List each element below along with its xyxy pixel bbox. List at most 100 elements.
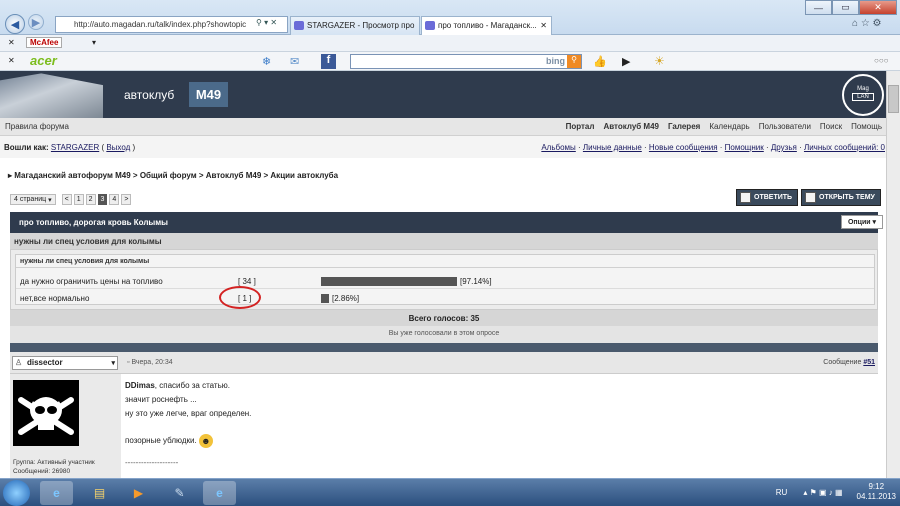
smiley-icon: ☻ bbox=[198, 434, 213, 448]
like-icon[interactable]: 👍 bbox=[593, 55, 607, 68]
address-bar[interactable]: http://auto.magadan.ru/talk/index.php?sh… bbox=[55, 16, 288, 33]
options-button[interactable]: Опции ▾ bbox=[841, 215, 883, 229]
author-dropdown[interactable]: ♙ dissector ▾ bbox=[12, 356, 118, 370]
username-link[interactable]: STARGAZER bbox=[51, 143, 99, 152]
menu-help[interactable]: Помощь bbox=[851, 122, 882, 131]
post-date-text: Вчера, 20:34 bbox=[131, 359, 173, 366]
close-toolbar-icon[interactable]: ✕ bbox=[8, 56, 15, 65]
site-banner: автоклуб M49 Mag LAN bbox=[0, 71, 886, 118]
logout-link[interactable]: Выход bbox=[106, 143, 130, 152]
brand-text: автоклуб bbox=[124, 88, 175, 102]
options-label: Опции bbox=[847, 218, 871, 226]
menu-gallery[interactable]: Галерея bbox=[668, 122, 700, 131]
home-fav-settings-icon[interactable]: ⌂ ☆ ⚙ bbox=[852, 18, 882, 29]
clock[interactable]: 9:12 04.11.2013 bbox=[857, 482, 896, 502]
maglan-logo[interactable]: Mag LAN bbox=[842, 74, 884, 116]
poll-option: нет,все нормально [ 1 ] [2.86%] bbox=[16, 289, 874, 306]
crumb-forum[interactable]: Магаданский автофорум M49 bbox=[14, 171, 130, 180]
bing-search-input[interactable]: bing ⚲ bbox=[350, 54, 582, 69]
language-indicator[interactable]: RU bbox=[776, 488, 788, 497]
scrollbar-thumb[interactable] bbox=[888, 85, 899, 113]
author-group: Группа: Активный участник bbox=[13, 459, 95, 466]
poll-option-label: да нужно ограничить цены на топливо bbox=[20, 277, 163, 286]
minimize-button[interactable]: — bbox=[805, 0, 832, 15]
forum-rules-link[interactable]: Правила форума bbox=[5, 122, 69, 131]
menu-users[interactable]: Пользователи bbox=[759, 122, 811, 131]
page-count-dropdown[interactable]: 4 страниц ▾ bbox=[10, 194, 56, 205]
breadcrumb: ▸ Магаданский автофорум M49 > Общий фору… bbox=[8, 171, 339, 180]
more-icon[interactable]: ○○○ bbox=[874, 56, 889, 65]
avatar[interactable] bbox=[13, 380, 79, 446]
page-2[interactable]: 2 bbox=[85, 194, 96, 205]
tab-topic[interactable]: про топливо - Магаданск... ✕ bbox=[421, 16, 552, 35]
poll-subquestion: нужны ли спец условия для колымы bbox=[16, 255, 874, 268]
close-window-button[interactable]: ✕ bbox=[859, 0, 897, 15]
clock-date: 04.11.2013 bbox=[856, 492, 896, 501]
ie-window-icon[interactable]: e bbox=[203, 481, 236, 505]
app-icon[interactable]: ✎ bbox=[163, 481, 196, 505]
menu-calendar[interactable]: Календарь bbox=[709, 122, 749, 131]
close-tab-icon[interactable]: ✕ bbox=[540, 17, 547, 34]
crumb-general[interactable]: Общий форум bbox=[140, 171, 197, 180]
mcafee-button[interactable]: McAfee bbox=[26, 37, 63, 48]
user-links: Альбомы · Личные данные · Новые сообщени… bbox=[541, 143, 885, 152]
poll-option-votes: [ 34 ] bbox=[238, 277, 256, 286]
new-topic-button[interactable]: ОТКРЫТЬ ТЕМУ bbox=[801, 189, 881, 206]
page-1[interactable]: 1 bbox=[73, 194, 84, 205]
explorer-icon[interactable]: ▤ bbox=[83, 481, 116, 505]
weather-icon[interactable]: ☀ bbox=[654, 54, 665, 68]
chevron-down-icon[interactable]: ▾ bbox=[92, 38, 96, 47]
back-icon[interactable]: ◀ bbox=[5, 14, 25, 34]
poll-option-bar bbox=[321, 294, 329, 303]
new-messages-link[interactable]: Новые сообщения bbox=[649, 143, 718, 152]
post-line: DDimas, спасибо за статью. bbox=[125, 379, 878, 393]
albums-link[interactable]: Альбомы bbox=[541, 143, 575, 152]
post-line: ну это уже легче, враг определен. bbox=[125, 409, 252, 418]
topic-title: про топливо, дорогая кровь Колымы bbox=[19, 218, 168, 227]
facebook-icon[interactable]: f bbox=[321, 54, 336, 69]
poll-results: нужны ли спец условия для колымы да нужн… bbox=[15, 254, 875, 305]
tab-stargazer[interactable]: STARGAZER - Просмотр про bbox=[290, 16, 420, 35]
user-bar: Вошли как: STARGAZER ( Выход ) Альбомы ·… bbox=[0, 136, 886, 158]
address-actions-icon[interactable]: ⚲ ▾ ✕ bbox=[256, 18, 277, 27]
next-page[interactable]: > bbox=[121, 194, 132, 205]
menu-search[interactable]: Поиск bbox=[820, 122, 842, 131]
menu-portal[interactable]: Портал bbox=[566, 122, 595, 131]
logo-bottom-text: LAN bbox=[852, 93, 874, 101]
crumb-autoclub[interactable]: Автоклуб M49 bbox=[206, 171, 262, 180]
menu-autoclub[interactable]: Автоклуб M49 bbox=[603, 122, 659, 131]
reply-icon bbox=[740, 192, 751, 203]
video-icon[interactable]: ▶ bbox=[622, 55, 630, 68]
tray-icons[interactable]: ▴ ⚑ ▣ ♪ ▦ bbox=[803, 488, 842, 497]
prev-page[interactable]: < bbox=[61, 194, 72, 205]
reply-button[interactable]: ОТВЕТИТЬ bbox=[736, 189, 799, 206]
forward-icon[interactable]: ▶ bbox=[28, 14, 44, 30]
clock-time: 9:12 bbox=[868, 482, 885, 491]
page-4[interactable]: 4 bbox=[109, 194, 120, 205]
tab-label: про топливо - Магаданск... bbox=[438, 21, 537, 30]
poll-question: нужны ли спец условия для колымы bbox=[10, 233, 878, 249]
forum-nav: Правила форума Портал Автоклуб M49 Галер… bbox=[0, 118, 886, 136]
search-icon[interactable]: ⚲ bbox=[567, 55, 581, 68]
logged-in-info: Вошли как: STARGAZER ( Выход ) bbox=[4, 143, 136, 152]
mail-icon[interactable]: ✉ bbox=[290, 55, 299, 68]
snowflake-icon[interactable]: ❄ bbox=[262, 55, 271, 68]
private-messages-link[interactable]: Личных сообщений: 0 bbox=[804, 143, 885, 152]
start-button[interactable] bbox=[3, 480, 30, 506]
logo-top-text: Mag bbox=[857, 86, 869, 92]
assistant-link[interactable]: Помощник bbox=[725, 143, 764, 152]
topic-header: про топливо, дорогая кровь Колымы Опции … bbox=[10, 212, 883, 233]
ie-taskbar-icon[interactable]: e bbox=[40, 481, 73, 505]
maximize-button[interactable]: ▭ bbox=[832, 0, 859, 15]
user-icon: ♙ bbox=[15, 358, 23, 367]
media-player-icon[interactable]: ▶ bbox=[122, 481, 155, 505]
poll-option-percent: [2.86%] bbox=[332, 294, 360, 303]
close-toolbar-icon[interactable]: ✕ bbox=[8, 38, 15, 47]
page-scrollbar[interactable] bbox=[886, 71, 900, 478]
post-number-link[interactable]: #51 bbox=[863, 359, 875, 366]
crumb-actions[interactable]: Акции автоклуба bbox=[270, 171, 338, 180]
friends-link[interactable]: Друзья bbox=[771, 143, 797, 152]
profile-link[interactable]: Личные данные bbox=[583, 143, 642, 152]
poll-option-label: нет,все нормально bbox=[20, 294, 90, 303]
post-line: позорные ублюдки. ☻ bbox=[125, 434, 878, 448]
